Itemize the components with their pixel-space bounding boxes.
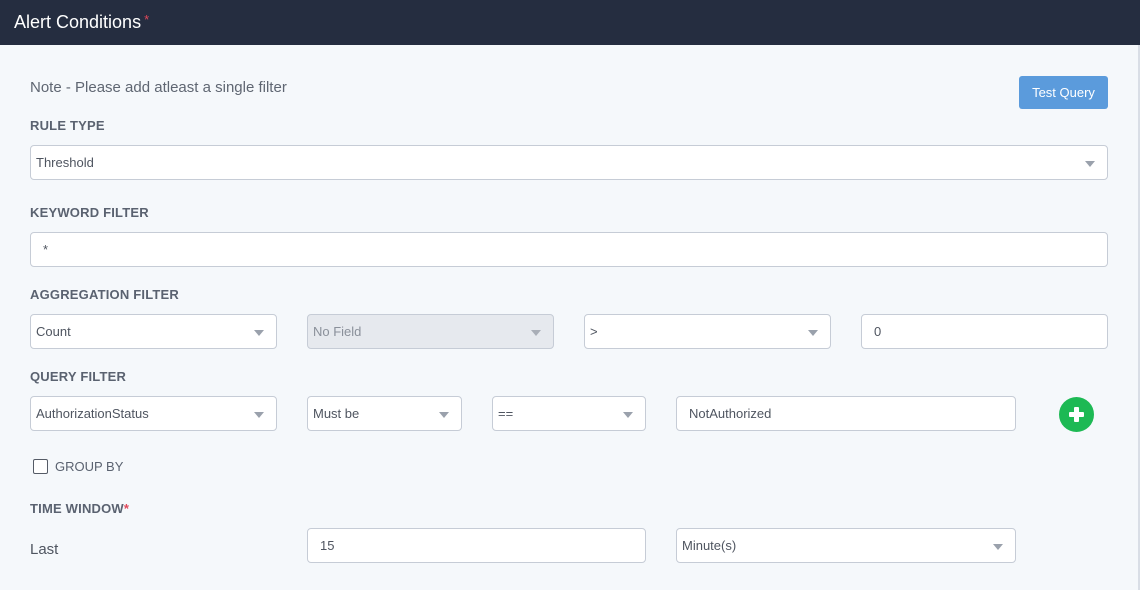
query-filter-label: QUERY FILTER <box>30 369 127 384</box>
query-field-select[interactable]: AuthorizationStatus <box>30 396 277 431</box>
aggregation-field-select: No Field <box>307 314 554 349</box>
chevron-down-icon <box>439 412 449 418</box>
header-bar: Alert Conditions * <box>0 0 1140 45</box>
last-label: Last <box>30 541 59 558</box>
aggregation-field-value: No Field <box>313 324 362 339</box>
rule-type-value: Threshold <box>36 155 94 170</box>
time-window-value: 15 <box>320 538 335 553</box>
chevron-down-icon <box>623 412 633 418</box>
chevron-down-icon <box>1085 161 1095 167</box>
aggregation-value-input[interactable]: 0 <box>861 314 1108 349</box>
required-marker: * <box>123 501 130 516</box>
query-operator-select[interactable]: == <box>492 396 646 431</box>
alert-conditions-panel: Note - Please add atleast a single filte… <box>0 45 1140 590</box>
time-window-value-input[interactable]: 15 <box>307 528 646 563</box>
query-condition-value: Must be <box>313 406 360 421</box>
aggregation-function-select[interactable]: Count <box>30 314 277 349</box>
chevron-down-icon <box>254 412 264 418</box>
test-query-button[interactable]: Test Query <box>1019 76 1108 109</box>
chevron-down-icon <box>993 544 1003 550</box>
query-value: NotAuthorized <box>689 406 772 421</box>
page-title: Alert Conditions <box>14 12 142 32</box>
time-window-unit-value: Minute(s) <box>682 538 737 553</box>
keyword-filter-label: KEYWORD FILTER <box>30 205 149 220</box>
query-field-value: AuthorizationStatus <box>36 406 149 421</box>
aggregation-filter-label: AGGREGATION FILTER <box>30 287 179 302</box>
query-operator-value: == <box>498 406 514 421</box>
chevron-down-icon <box>531 330 541 336</box>
chevron-down-icon <box>254 330 264 336</box>
keyword-filter-input[interactable]: * <box>30 232 1108 267</box>
aggregation-value: 0 <box>874 324 882 339</box>
group-by-checkbox[interactable] <box>33 459 48 474</box>
group-by-label: GROUP BY <box>55 459 124 474</box>
query-value-input[interactable]: NotAuthorized <box>676 396 1016 431</box>
note-text: Note - Please add atleast a single filte… <box>30 79 287 96</box>
query-condition-select[interactable]: Must be <box>307 396 462 431</box>
time-window-label-text: TIME WINDOW <box>30 501 124 516</box>
aggregation-operator-select[interactable]: > <box>584 314 831 349</box>
aggregation-operator-value: > <box>590 324 598 339</box>
keyword-filter-value: * <box>43 242 49 257</box>
rule-type-select[interactable]: Threshold <box>30 145 1108 180</box>
required-marker: * <box>144 12 150 27</box>
add-filter-button[interactable] <box>1059 397 1094 432</box>
rule-type-label: RULE TYPE <box>30 118 105 133</box>
time-window-label: TIME WINDOW* <box>30 501 129 516</box>
aggregation-function-value: Count <box>36 324 71 339</box>
chevron-down-icon <box>808 330 818 336</box>
time-window-unit-select[interactable]: Minute(s) <box>676 528 1016 563</box>
